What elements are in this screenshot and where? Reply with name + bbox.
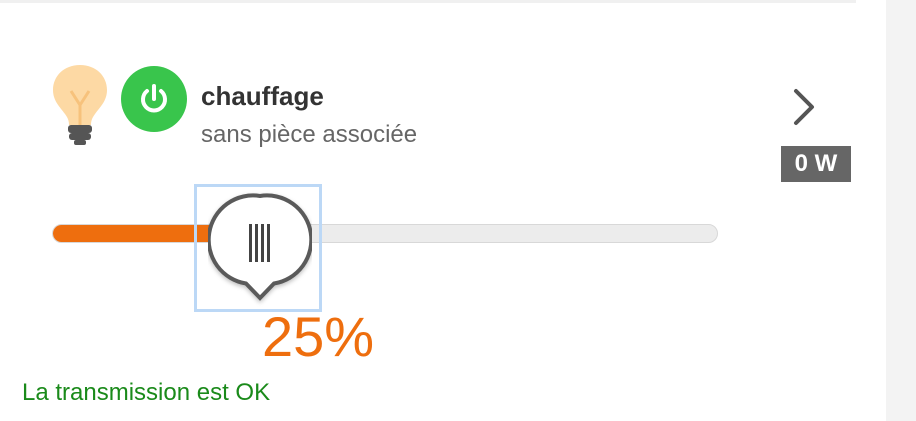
power-toggle-button[interactable] xyxy=(121,66,187,132)
device-room: sans pièce associée xyxy=(201,121,418,148)
power-reading-badge: 0 W xyxy=(781,146,851,182)
page: chauffage sans pièce associée 0 W 25% La… xyxy=(0,0,916,421)
lightbulb-icon xyxy=(50,61,110,147)
power-icon xyxy=(136,81,172,117)
dimmer-level-value: 25% xyxy=(262,305,375,368)
transmission-status: La transmission est OK xyxy=(22,379,271,406)
chevron-right-icon[interactable] xyxy=(786,85,820,129)
scrollbar-gutter xyxy=(856,0,916,421)
dimmer-slider-track[interactable] xyxy=(52,224,718,243)
dimmer-slider-handle[interactable] xyxy=(206,190,314,308)
device-card: chauffage sans pièce associée 0 W 25% La… xyxy=(0,3,856,421)
device-name: chauffage xyxy=(201,81,324,111)
